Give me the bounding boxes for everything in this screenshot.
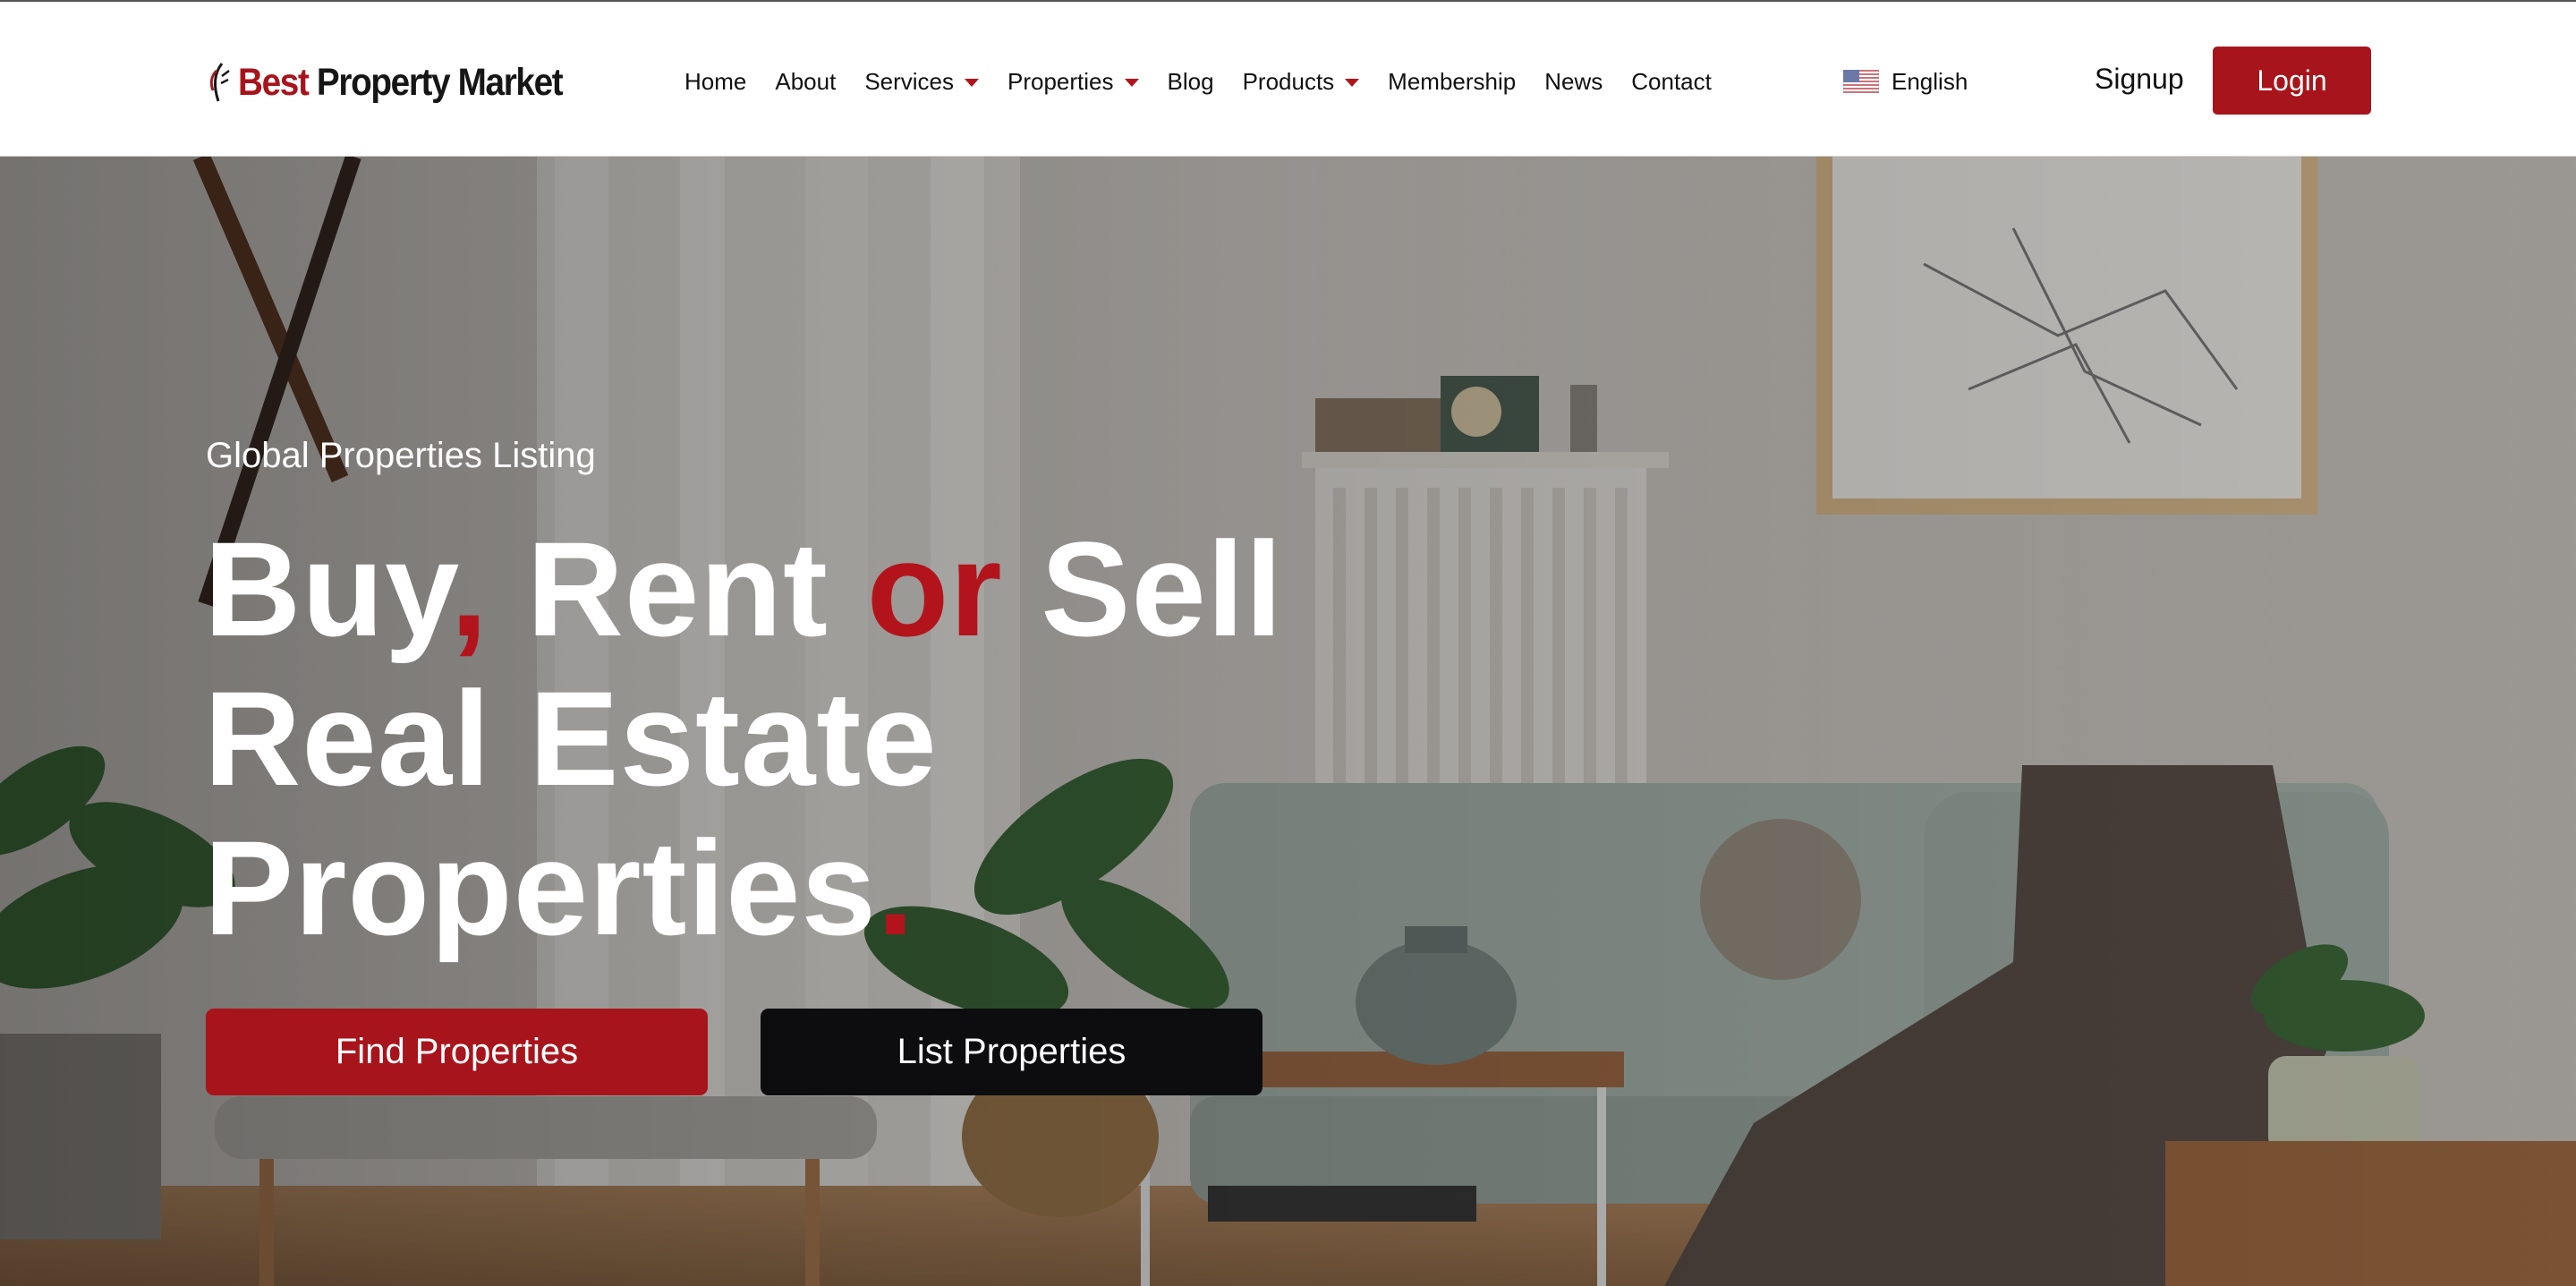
caret-down-icon xyxy=(1345,79,1360,87)
main-nav: Home About Services Properties Blog Prod… xyxy=(684,2,1712,161)
hero-comma: , xyxy=(450,514,489,664)
caret-down-icon xyxy=(965,79,980,87)
hero-title-line-1: Buy, Rent or Sell xyxy=(204,515,1457,664)
hero-word-sell: Sell xyxy=(1041,514,1284,664)
nav-properties[interactable]: Properties xyxy=(1007,68,1139,96)
nav-contact[interactable]: Contact xyxy=(1631,68,1712,96)
nav-contact-label: Contact xyxy=(1631,67,1712,95)
nav-news-label: News xyxy=(1544,67,1603,95)
nav-products-label: Products xyxy=(1242,67,1335,95)
nav-membership-label: Membership xyxy=(1388,67,1517,95)
hero-title-line-2: Real Estate xyxy=(204,663,938,813)
hero-word-properties: Properties xyxy=(204,813,877,963)
site-logo[interactable]: Best Property Market xyxy=(208,52,599,113)
language-label: English xyxy=(1892,67,1968,95)
hero-period: . xyxy=(876,813,915,963)
hero-word-rent: Rent xyxy=(526,514,829,664)
login-button[interactable]: Login xyxy=(2213,47,2371,115)
hero-word-buy: Buy xyxy=(204,514,451,664)
hero-eyebrow: Global Properties Listing xyxy=(206,436,596,475)
nav-membership[interactable]: Membership xyxy=(1388,68,1516,96)
nav-about[interactable]: About xyxy=(775,68,836,96)
logo-text-best: Best xyxy=(238,60,310,104)
logo-mark-icon xyxy=(209,63,230,102)
caret-down-icon xyxy=(1124,79,1139,87)
nav-about-label: About xyxy=(775,67,837,95)
nav-blog[interactable]: Blog xyxy=(1168,68,1214,96)
find-properties-button[interactable]: Find Properties xyxy=(206,1009,708,1095)
nav-services[interactable]: Services xyxy=(864,67,980,96)
nav-blog-label: Blog xyxy=(1167,67,1214,95)
signup-link[interactable]: Signup xyxy=(2095,63,2184,96)
hero-title: Buy, Rent or Sell Real Estate Properties… xyxy=(204,515,1457,963)
hero-section: Global Properties Listing Buy, Rent or S… xyxy=(0,157,2576,1286)
logo-text-property-market: Property Market xyxy=(316,60,564,104)
nav-home-label: Home xyxy=(684,67,747,95)
site-header: Best Property Market Home About Services… xyxy=(0,0,2576,157)
hero-title-line-3: Properties. xyxy=(204,813,1457,963)
hero-word-or: or xyxy=(866,514,1003,664)
us-flag-icon xyxy=(1843,70,1879,93)
nav-products[interactable]: Products xyxy=(1243,68,1360,96)
nav-news[interactable]: News xyxy=(1544,68,1603,96)
logo-text: Best Property Market xyxy=(238,60,564,105)
nav-properties-label: Properties xyxy=(1007,67,1114,95)
language-selector[interactable]: English xyxy=(1843,66,1968,97)
list-properties-button[interactable]: List Properties xyxy=(761,1009,1262,1095)
nav-home[interactable]: Home xyxy=(684,68,746,96)
nav-services-label: Services xyxy=(864,67,955,95)
